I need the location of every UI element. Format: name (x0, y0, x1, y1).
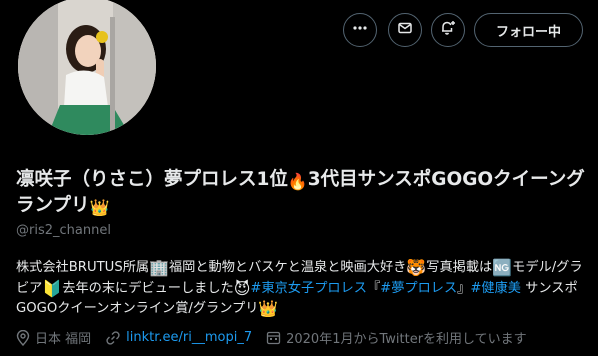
more-icon (352, 20, 368, 40)
calendar-icon (266, 330, 281, 345)
joined-item: 2020年1月からTwitterを利用しています (266, 328, 527, 347)
bio-text: 福岡と動物とバスケと温泉と映画大好き (169, 260, 407, 275)
bio-text: 『 (366, 280, 381, 296)
office-emoji: 🏢 (149, 258, 169, 277)
location-text: 日本 福岡 (35, 332, 92, 347)
bio-text: 去年の末にデビューしました (62, 280, 234, 296)
display-name-text: 凛咲子（りさこ）夢プロレス1位 (16, 169, 288, 190)
envelope-icon (397, 20, 413, 40)
location-item: 日本 福岡 (16, 328, 91, 347)
ng-emoji: 🆖 (492, 258, 513, 277)
notifications-button[interactable] (431, 13, 465, 47)
beginner-emoji: 🔰 (42, 278, 63, 298)
location-pin-icon (16, 329, 30, 346)
bio-text: 株式会社BRUTUS所属 (16, 260, 150, 275)
hashtag-link[interactable]: #健康美 (470, 281, 521, 296)
user-handle: @ris2_channel (16, 223, 111, 238)
following-button[interactable]: フォロー中 (474, 13, 583, 47)
message-button[interactable] (388, 13, 422, 47)
hashtag-link[interactable]: #夢プロレス (380, 281, 457, 296)
tiger-emoji: 🐯 (406, 258, 427, 277)
fire-emoji: 🔥 (287, 172, 308, 191)
bell-plus-icon (439, 19, 457, 41)
display-name: 凛咲子（りさこ）夢プロレス1位🔥3代目サンスポGOGOクイーングランプリ👑 (16, 167, 586, 219)
more-button[interactable] (343, 13, 377, 47)
website-link[interactable]: linktr.ee/ri__mopi_7 (126, 330, 252, 345)
website-item[interactable]: linktr.ee/ri__mopi_7 (105, 330, 252, 346)
crown-emoji: 👑 (89, 198, 110, 217)
bio-text: 』 (457, 280, 471, 296)
avatar-photo (18, 0, 156, 135)
bio-text: 写真掲載は (426, 260, 493, 275)
follow-label: フォロー中 (495, 24, 561, 40)
joined-text: 2020年1月からTwitterを利用しています (286, 332, 527, 347)
devil-emoji: 😈 (233, 278, 251, 298)
profile-meta: 日本 福岡 linktr.ee/ri__mopi_7 2020年1月からTwit… (16, 328, 541, 347)
hashtag-link[interactable]: #東京女子プロレス (250, 281, 367, 296)
link-icon (105, 330, 121, 346)
profile-bio: 株式会社BRUTUS所属🏢福岡と動物とバスケと温泉と映画大好き🐯写真掲載は🆖モデ… (16, 258, 586, 320)
profile-avatar[interactable] (14, 0, 160, 139)
crown-emoji: 👑 (258, 299, 279, 318)
